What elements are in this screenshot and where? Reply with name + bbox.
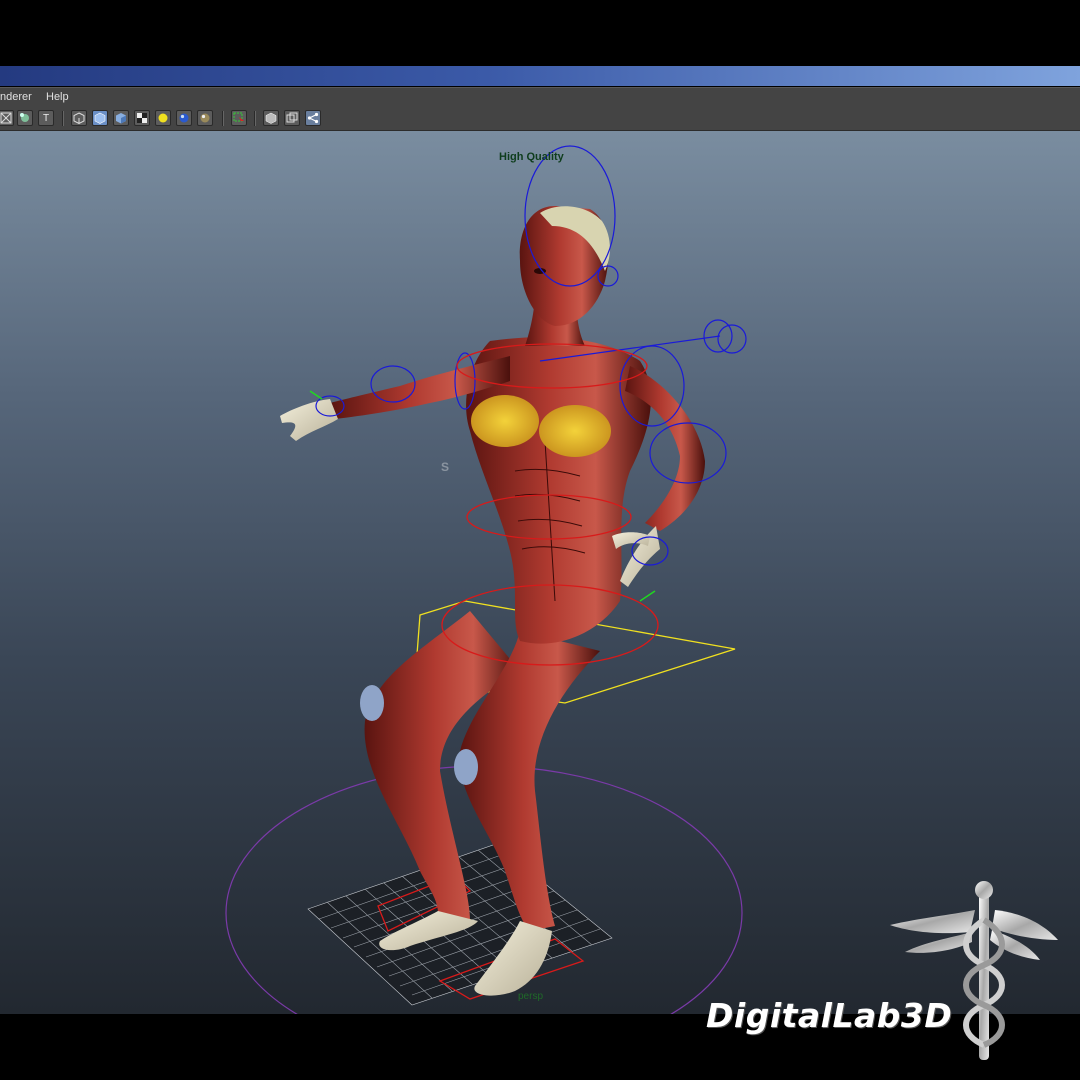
wireframe-icon[interactable]	[0, 110, 14, 126]
viewport-toolbar: T	[0, 108, 1080, 131]
smooth-shade-icon[interactable]	[17, 110, 33, 126]
connections-icon[interactable]	[305, 110, 321, 126]
light-blue-icon[interactable]	[176, 110, 192, 126]
camera-name-label: persp	[518, 991, 544, 1002]
cube-shaded-icon[interactable]	[92, 110, 108, 126]
checker-icon[interactable]	[134, 110, 150, 126]
menu-item-renderer[interactable]: nderer	[0, 91, 32, 103]
cube-icon[interactable]	[263, 110, 279, 126]
toolbar-divider	[222, 111, 224, 126]
isolate-icon[interactable]	[284, 110, 300, 126]
select-highlight-icon[interactable]	[231, 110, 247, 126]
window-title-bar[interactable]	[0, 66, 1080, 86]
text-tool-button[interactable]: T	[38, 110, 54, 126]
cube-textured-icon[interactable]	[113, 110, 129, 126]
menu-item-help[interactable]: Help	[46, 91, 69, 103]
material-sphere-icon[interactable]	[197, 110, 213, 126]
cube-wire-icon[interactable]	[71, 110, 87, 126]
toolbar-divider	[254, 111, 256, 126]
quality-indicator: High Quality	[499, 151, 564, 163]
toolbar-divider	[62, 111, 64, 126]
light-yellow-icon[interactable]	[155, 110, 171, 126]
menu-bar: nderer Help	[0, 87, 1080, 109]
brand-logo-text: DigitalLab3D	[706, 996, 953, 1035]
pivot-marker: S	[441, 460, 450, 474]
manipulator-marker	[639, 590, 656, 602]
caduceus-logo	[890, 881, 1058, 1060]
manipulator-marker	[309, 390, 323, 400]
